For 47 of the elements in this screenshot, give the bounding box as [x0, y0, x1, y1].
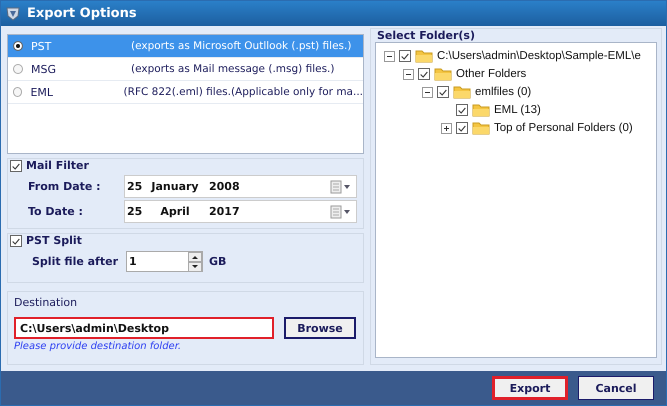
field-label: Split file after [31, 255, 119, 268]
format-option[interactable]: EML (RFC 822(.eml) files.(Applicable only for ma... [8, 81, 363, 104]
tree-item[interactable]: Top of Personal Folders (0) [494, 122, 633, 134]
tree-item[interactable]: C:\Users\admin\Desktop\Sample-EML\e [437, 50, 641, 62]
checkbox[interactable] [10, 234, 22, 246]
folder-icon [472, 103, 490, 117]
export-button[interactable]: Export [492, 376, 568, 400]
date-picker[interactable]: 25 April 2017 [124, 200, 357, 223]
group-label: Mail Filter [26, 159, 89, 172]
collapse-icon[interactable] [403, 68, 414, 80]
spin-arrows-icon[interactable] [188, 252, 202, 272]
checkbox[interactable] [399, 50, 411, 62]
calendar-dropdown-icon[interactable] [330, 180, 352, 194]
group-label: PST Split [26, 234, 82, 247]
browse-button[interactable]: Browse [284, 317, 356, 339]
collapse-icon[interactable] [422, 86, 433, 98]
group-label: Select Folder(s) [377, 29, 476, 42]
tree-item[interactable]: Other Folders [456, 68, 526, 80]
collapse-icon[interactable] [384, 50, 395, 62]
folder-icon [453, 85, 471, 99]
folder-icon [415, 49, 433, 63]
group-label: Destination [14, 296, 78, 309]
checkbox[interactable] [456, 122, 468, 134]
radio-button[interactable] [13, 41, 23, 51]
field-label: To Date : [27, 205, 84, 218]
expand-icon[interactable] [441, 122, 452, 134]
field-label: From Date : [27, 180, 102, 193]
tree-item[interactable]: EML (13) [494, 104, 541, 116]
checkbox[interactable] [418, 68, 430, 80]
unit-label: GB [209, 255, 226, 268]
checkbox[interactable] [10, 160, 22, 172]
radio-button[interactable] [13, 64, 23, 74]
tree-item[interactable]: emlfiles (0) [475, 86, 532, 98]
checkbox[interactable] [437, 86, 449, 98]
format-option[interactable]: MSG (exports as Mail message (.msg) files.) [8, 58, 363, 81]
hint-text: Please provide destination folder. [14, 341, 182, 352]
folder-icon [434, 67, 452, 81]
calendar-dropdown-icon[interactable] [330, 204, 352, 218]
folder-icon [472, 121, 490, 135]
cancel-button[interactable]: Cancel [578, 376, 654, 400]
checkbox[interactable] [456, 104, 468, 116]
number-field[interactable]: 1 [126, 251, 203, 272]
window-title: Export Options [27, 6, 137, 21]
shield-logo-icon [5, 6, 21, 22]
destination-field[interactable]: C:\Users\admin\Desktop [14, 317, 274, 339]
date-picker[interactable]: 25 January 2008 [124, 175, 357, 198]
radio-button[interactable] [13, 87, 22, 97]
